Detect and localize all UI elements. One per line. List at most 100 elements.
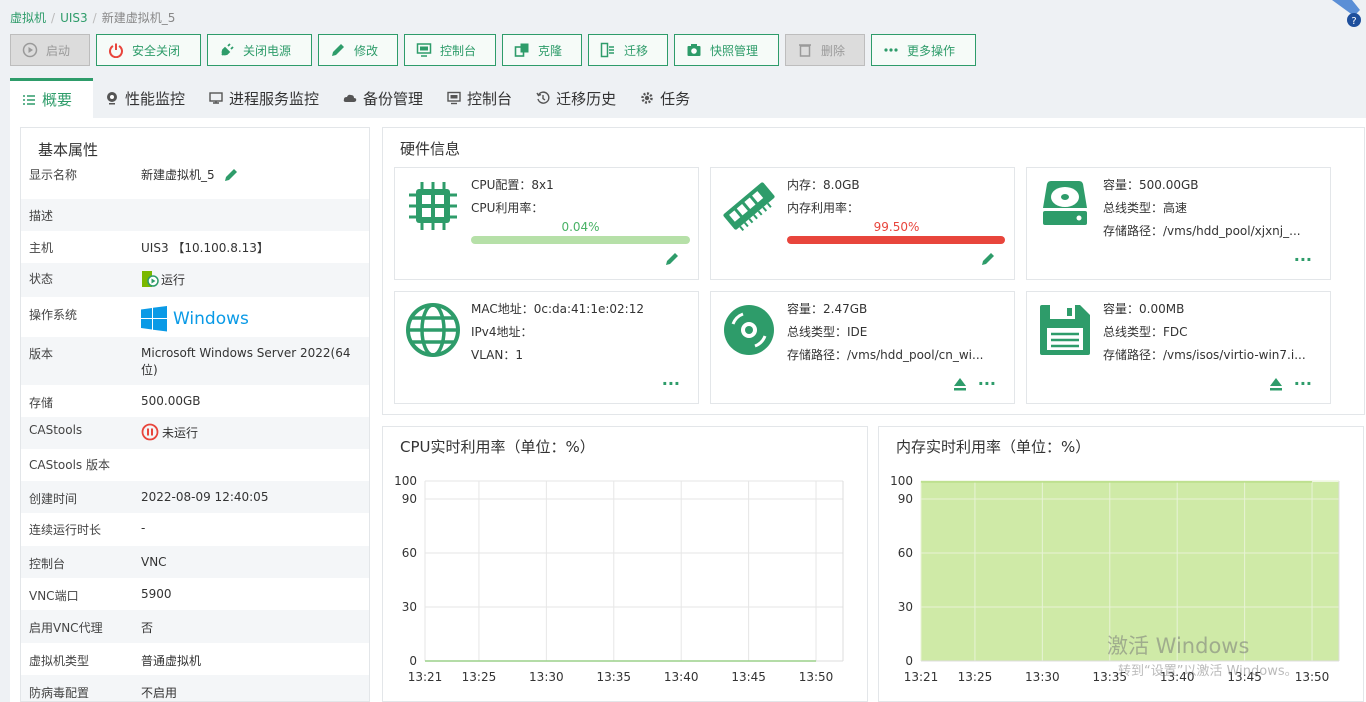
x-tick-label: 13:21: [904, 670, 939, 684]
svg-text:?: ?: [1351, 16, 1356, 27]
more-actions-button[interactable]: 更多操作: [871, 34, 976, 66]
monitor-icon: [416, 42, 432, 58]
tab-console[interactable]: 控制台: [435, 78, 524, 118]
x-tick-label: 13:25: [462, 670, 497, 684]
y-tick-label: 100: [890, 474, 913, 488]
cdrom-more-icon[interactable]: ···: [978, 374, 996, 393]
y-tick-label: 0: [409, 654, 417, 668]
migrate-icon: [600, 42, 616, 58]
more-icon: [883, 42, 899, 58]
network-more-icon[interactable]: ···: [662, 374, 680, 393]
y-tick-label: 30: [898, 600, 913, 614]
cd-disc-icon: [724, 305, 774, 355]
property-row-antivirus: 防病毒配置 不启用: [21, 675, 369, 701]
tab-performance[interactable]: 性能监控: [93, 78, 197, 118]
property-row-vnc-proxy: 启用VNC代理 否: [21, 610, 369, 643]
basic-properties-title: 基本属性: [38, 141, 99, 159]
migrate-button[interactable]: 迁移: [588, 34, 668, 66]
property-row-vnc-port: VNC端口 5900: [29, 587, 172, 603]
cpu-usage-label: 0.04%: [561, 220, 600, 234]
screen-icon: [209, 92, 223, 104]
camera-icon: [686, 42, 702, 58]
help-icon[interactable]: ?: [1332, 0, 1362, 28]
play-icon: [22, 42, 38, 58]
start-button[interactable]: 启动: [10, 34, 90, 66]
clone-button[interactable]: 克隆: [502, 34, 582, 66]
memory-chart-title: 内存实时利用率（单位：%）: [896, 438, 1091, 456]
running-status-icon: [142, 271, 159, 287]
tab-overview[interactable]: 概要: [10, 78, 93, 118]
gear-icon: [641, 92, 653, 104]
floppy-disk-icon: [1040, 305, 1090, 355]
property-list: 显示名称 新建虚拟机_5 描述 主机 UIS3 【10.100.8.13】 状态…: [21, 166, 369, 701]
snapshot-button[interactable]: 快照管理: [674, 34, 779, 66]
eject-icon[interactable]: [1268, 376, 1284, 392]
power-off-button[interactable]: 关闭电源: [207, 34, 312, 66]
property-row-castools: CAStools 未运行: [21, 417, 369, 449]
property-row-description: 描述: [21, 199, 369, 231]
cdrom-card: 容量：2.47GB 总线类型：IDE 存储路径：/vms/hdd_pool/cn…: [710, 291, 1015, 404]
y-tick-label: 60: [402, 546, 417, 560]
eject-icon[interactable]: [952, 376, 968, 392]
y-tick-label: 100: [394, 474, 417, 488]
console-button[interactable]: 控制台: [404, 34, 496, 66]
property-row-console: 控制台 VNC: [21, 546, 369, 578]
gauge-icon: [107, 92, 117, 105]
tab-tasks[interactable]: 任务: [628, 78, 702, 118]
monitor-icon: [447, 91, 461, 105]
property-row-created: 创建时间 2022-08-09 12:40:05: [21, 481, 369, 513]
not-running-icon: [141, 423, 159, 441]
edit-cpu-icon[interactable]: [664, 251, 680, 267]
edit-name-icon[interactable]: [223, 167, 239, 183]
toolbar: 启动 安全关闭 关闭电源 修改 控制台 克隆 迁移 快照管理 删除 更多操作: [10, 34, 976, 66]
breadcrumb-current: 新建虚拟机_5: [101, 11, 176, 25]
hardware-title: 硬件信息: [400, 140, 461, 158]
list-icon: [23, 94, 35, 105]
y-tick-label: 60: [898, 546, 913, 560]
breadcrumb: 虚拟机 / UIS3/新建虚拟机_5: [10, 11, 176, 25]
network-card: MAC地址：0c:da:41:1e:02:12 IPv4地址： VLAN：1 ·…: [394, 291, 699, 404]
x-tick-label: 13:45: [731, 670, 766, 684]
breadcrumb-host[interactable]: UIS3: [60, 11, 88, 25]
cloud-icon: [343, 94, 357, 102]
tab-migration-history[interactable]: 迁移历史: [524, 78, 628, 118]
x-tick-label: 13:35: [596, 670, 631, 684]
cpu-chart-title: CPU实时利用率（单位：%）: [400, 438, 595, 456]
tab-bar: 概要 性能监控 进程服务监控 备份管理 控制台 迁移历史 任务: [10, 78, 702, 118]
property-row-version: 版本 Microsoft Windows Server 2022(64位): [21, 337, 369, 385]
floppy-card: 容量：0.00MB 总线类型：FDC 存储路径：/vms/isos/virtio…: [1026, 291, 1331, 404]
property-row-castools-version: CAStools 版本: [29, 458, 110, 472]
disk-card: 容量：500.00GB 总线类型：高速 存储路径：/vms/hdd_pool/x…: [1026, 167, 1331, 280]
hard-disk-icon: [1043, 181, 1087, 225]
cpu-chart-panel: CPU实时利用率（单位：%） 0 30 60 90 100 13:21 13:25 13:30…: [382, 426, 868, 702]
cpu-chip-icon: [409, 182, 457, 230]
plug-icon: [219, 42, 235, 58]
property-row-display-name: 显示名称 新建虚拟机_5: [21, 166, 369, 199]
tab-process-monitor[interactable]: 进程服务监控: [197, 78, 331, 118]
y-tick-label: 90: [402, 492, 417, 506]
power-icon: [108, 42, 124, 58]
breadcrumb-vm[interactable]: 虚拟机: [10, 11, 46, 25]
x-tick-label: 13:30: [1025, 670, 1060, 684]
property-row-storage: 存储 500.00GB: [29, 394, 201, 410]
memory-stick-icon: [723, 182, 775, 231]
memory-usage-label: 99.50%: [873, 220, 920, 234]
floppy-more-icon[interactable]: ···: [1294, 374, 1312, 393]
hardware-panel: 硬件信息 CPU配置：8x1 CPU利用率： 0.04% 内存：8.0GB 内存…: [382, 127, 1365, 415]
x-tick-label: 13:50: [799, 670, 834, 684]
property-row-status: 状态 运行: [21, 263, 369, 297]
delete-button[interactable]: 删除: [785, 34, 865, 66]
basic-properties-panel: 基本属性 显示名称 新建虚拟机_5 描述 主机 UIS3 【10.100.8.1…: [20, 127, 370, 702]
globe-icon: [406, 303, 460, 357]
pencil-icon: [330, 42, 346, 58]
edit-button[interactable]: 修改: [318, 34, 398, 66]
disk-more-icon[interactable]: ···: [1294, 250, 1312, 269]
safe-shutdown-button[interactable]: 安全关闭: [96, 34, 201, 66]
history-icon: [536, 91, 550, 104]
x-tick-label: 13:25: [958, 670, 993, 684]
tab-backup[interactable]: 备份管理: [331, 78, 435, 118]
trash-icon: [797, 42, 813, 58]
windows-logo-icon: [141, 306, 167, 332]
clone-icon: [514, 42, 530, 58]
edit-memory-icon[interactable]: [980, 251, 996, 267]
